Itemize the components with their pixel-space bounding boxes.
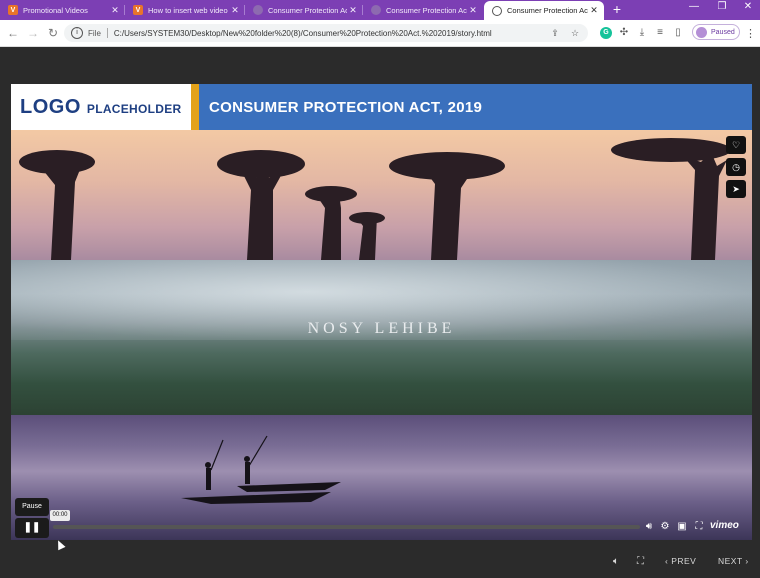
chevron-right-icon: › <box>742 556 749 566</box>
tab-promotional-videos[interactable]: V Promotional Videos ✕ <box>0 0 125 20</box>
tab-label: Promotional Videos <box>23 5 88 15</box>
page-favicon-icon <box>371 5 381 15</box>
slide-title-bar: CONSUMER PROTECTION ACT, 2019 <box>199 84 752 130</box>
logo-subtext: PLACEHOLDER <box>86 102 182 116</box>
close-tab-icon[interactable]: ✕ <box>588 5 600 16</box>
url-text[interactable]: C:/Users/SYSTEM30/Desktop/New%20folder%2… <box>114 29 548 38</box>
picture-in-picture-icon[interactable]: ▣ <box>675 521 689 533</box>
tab-consumer-protection-1[interactable]: Consumer Protection Ac ✕ <box>245 0 363 20</box>
profile-paused-button[interactable]: Paused <box>692 24 740 40</box>
tab-label: Consumer Protection Ac <box>507 6 588 15</box>
profile-status-label: Paused <box>711 28 735 36</box>
avatar <box>696 26 707 38</box>
tab-strip: V Promotional Videos ✕ V How to insert w… <box>0 0 760 20</box>
tab-how-to-insert[interactable]: V How to insert web video ✕ <box>125 0 245 20</box>
time-tooltip: 00:00 <box>50 510 70 521</box>
share-send-icon[interactable]: ➤ <box>726 180 746 198</box>
player-fullscreen-icon[interactable]: ⛶ <box>637 556 644 567</box>
grammarly-extension-icon[interactable]: G <box>600 27 612 39</box>
next-label: NEXT <box>718 556 743 566</box>
media-control-icon[interactable]: ≡ <box>654 27 666 39</box>
vimeo-logo[interactable]: vimeo <box>710 520 739 531</box>
settings-gear-icon[interactable]: ⚙ <box>658 521 672 533</box>
close-tab-icon[interactable]: ✕ <box>229 5 241 16</box>
next-button[interactable]: NEXT › <box>718 556 749 566</box>
watch-later-clock-icon[interactable]: ◷ <box>726 158 746 176</box>
logo-placeholder: LOGO PLACEHOLDER <box>11 84 191 130</box>
slide-title: CONSUMER PROTECTION ACT, 2019 <box>209 98 483 116</box>
pause-tooltip: Pause <box>15 498 49 516</box>
slide-canvas: LOGO PLACEHOLDER CONSUMER PROTECTION ACT… <box>11 84 752 540</box>
download-icon[interactable]: ⤓ <box>636 27 648 39</box>
close-tab-icon[interactable]: ✕ <box>109 5 121 16</box>
tab-label: Consumer Protection Ac <box>386 5 467 15</box>
address-bar[interactable]: i File C:/Users/SYSTEM30/Desktop/New%20f… <box>64 24 588 42</box>
browser-menu-icon[interactable]: ⋮ <box>745 27 756 40</box>
page-favicon-icon <box>253 5 263 15</box>
like-heart-icon[interactable]: ♡ <box>726 136 746 154</box>
close-tab-icon[interactable]: ✕ <box>347 5 359 16</box>
back-button[interactable]: ← <box>6 26 20 40</box>
browser-toolbar: ← → ↻ i File C:/Users/SYSTEM30/Desktop/N… <box>0 20 760 47</box>
pause-button[interactable]: ❚❚ <box>15 518 49 538</box>
accent-bar <box>191 84 199 130</box>
player-volume-icon[interactable]: 🔈︎ <box>613 556 619 567</box>
globe-icon <box>492 5 502 16</box>
tab-consumer-protection-2[interactable]: Consumer Protection Ac ✕ <box>363 0 483 20</box>
prev-label: PREV <box>671 556 697 566</box>
vimeo-favicon-icon: V <box>8 5 18 15</box>
divider <box>106 28 108 38</box>
tab-consumer-protection-active[interactable]: Consumer Protection Ac ✕ <box>484 1 604 20</box>
close-tab-icon[interactable]: ✕ <box>467 5 479 16</box>
close-window-button[interactable]: ✕ <box>738 1 758 12</box>
forward-button[interactable]: → <box>26 26 40 40</box>
vimeo-favicon-icon: V <box>133 5 143 15</box>
progress-bar[interactable] <box>53 525 640 529</box>
video-tagline: NOSY LEHIBE <box>307 320 456 337</box>
fullscreen-icon[interactable]: ⛶ <box>692 521 706 533</box>
reload-button[interactable]: ↻ <box>46 26 60 40</box>
new-tab-button[interactable]: + <box>610 1 624 17</box>
video-player[interactable]: NOSY LEHIBE ♡ ◷ ➤ <box>11 130 752 540</box>
extensions-puzzle-icon[interactable]: ✣ <box>618 27 630 39</box>
volume-icon[interactable]: 🔊︎ <box>642 521 656 533</box>
share-icon[interactable]: ⇪ <box>548 28 562 39</box>
bookmark-star-icon[interactable]: ☆ <box>568 28 582 39</box>
prev-button[interactable]: ‹ PREV <box>665 556 696 566</box>
info-icon[interactable]: i <box>71 27 83 39</box>
tab-label: Consumer Protection Ac <box>268 5 347 15</box>
side-panel-icon[interactable]: ▯ <box>672 27 684 39</box>
minimize-button[interactable]: — <box>684 1 704 12</box>
restore-button[interactable]: ❐ <box>712 1 732 12</box>
tab-label: How to insert web video <box>148 5 228 15</box>
scheme-label: File <box>88 28 101 38</box>
logo-text: LOGO <box>20 95 81 118</box>
